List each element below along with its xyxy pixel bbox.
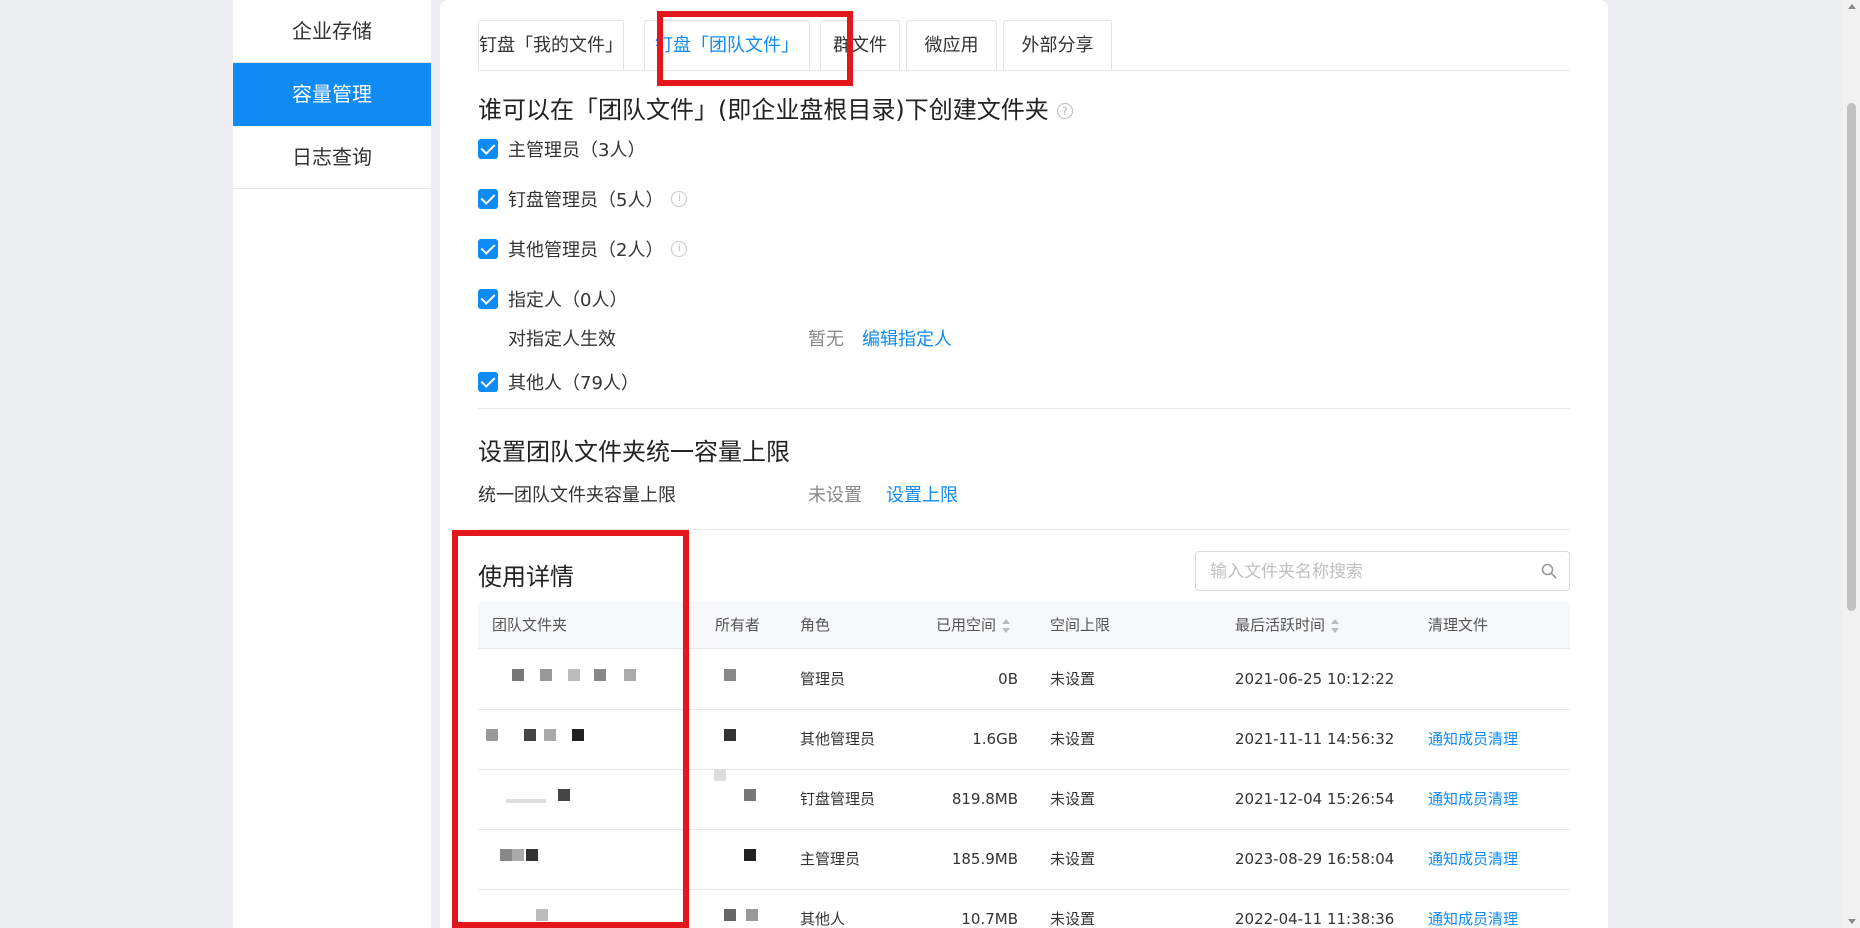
sidebar-item-capacity-management[interactable]: 容量管理 xyxy=(233,63,431,126)
cell-last-active: 2021-12-04 15:26:54 xyxy=(1235,790,1395,808)
option-other-admin-label: 其他管理员（2人） xyxy=(508,240,664,261)
checkbox-main-admin[interactable] xyxy=(478,139,498,159)
create-folder-section-title: 谁可以在「团队文件」(即企业盘根目录)下创建文件夹? xyxy=(478,90,1073,125)
col-clean-files: 清理文件 xyxy=(1428,616,1489,634)
cell-used-space: 1.6GB xyxy=(972,730,1018,748)
table-row: 其他管理员 1.6GB 未设置 2021-11-11 14:56:32 通知成员… xyxy=(478,709,1570,770)
sidebar: 企业存储 容量管理 日志查询 xyxy=(233,0,431,928)
blurred-owner xyxy=(714,889,764,928)
usage-section-title: 使用详情 xyxy=(478,563,574,591)
col-used-space[interactable]: 已用空间 xyxy=(936,602,1011,648)
option-designated: 指定人（0人） xyxy=(478,287,627,311)
sidebar-item-log-query[interactable]: 日志查询 xyxy=(233,126,431,189)
option-others: 其他人（79人） xyxy=(478,370,639,394)
cell-role: 管理员 xyxy=(800,670,846,688)
col-owner: 所有者 xyxy=(715,616,761,634)
checkbox-other-admin[interactable] xyxy=(478,239,498,259)
set-limit-link[interactable]: 设置上限 xyxy=(886,481,958,507)
cell-role: 其他管理员 xyxy=(800,730,876,748)
blurred-folder-name xyxy=(486,769,686,829)
option-other-admin: 其他管理员（2人） i xyxy=(478,237,688,261)
search-icon[interactable] xyxy=(1541,563,1557,579)
designated-value: 暂无 xyxy=(808,329,844,350)
notify-clean-link[interactable]: 通知成员清理 xyxy=(1428,709,1518,769)
cell-used-space: 0B xyxy=(998,670,1018,688)
blurred-folder-name xyxy=(488,649,688,709)
blurred-folder-name xyxy=(486,829,686,889)
tab-micro-apps[interactable]: 微应用 xyxy=(906,20,997,70)
folder-search-input[interactable] xyxy=(1208,552,1532,592)
table-header: 团队文件夹 所有者 角色 已用空间 空间上限 最后活跃时间 清理文件 xyxy=(478,602,1570,649)
blurred-owner xyxy=(714,769,764,829)
cell-space-limit: 未设置 xyxy=(1050,850,1096,868)
cell-last-active: 2022-04-11 11:38:36 xyxy=(1235,910,1395,928)
divider xyxy=(478,408,1570,409)
vertical-scrollbar[interactable] xyxy=(1843,0,1860,928)
sort-icon[interactable] xyxy=(1002,618,1011,633)
cell-space-limit: 未设置 xyxy=(1050,730,1096,748)
limit-section-title: 设置团队文件夹统一容量上限 xyxy=(478,438,790,466)
notify-clean-link[interactable]: 通知成员清理 xyxy=(1428,829,1518,889)
col-space-limit: 空间上限 xyxy=(1050,616,1111,634)
cell-role: 钉盘管理员 xyxy=(800,790,876,808)
checkbox-designated[interactable] xyxy=(478,289,498,309)
scroll-down-icon[interactable] xyxy=(1848,919,1856,924)
cell-role: 主管理员 xyxy=(800,850,861,868)
option-main-admin-label: 主管理员（3人） xyxy=(508,140,646,161)
table-row: 主管理员 185.9MB 未设置 2023-08-29 16:58:04 通知成… xyxy=(478,829,1570,890)
sort-icon[interactable] xyxy=(1331,618,1340,633)
blurred-owner xyxy=(714,649,754,709)
sidebar-item-enterprise-storage[interactable]: 企业存储 xyxy=(233,0,431,63)
tab-external-share[interactable]: 外部分享 xyxy=(1003,20,1112,70)
cell-space-limit: 未设置 xyxy=(1050,670,1096,688)
blurred-owner xyxy=(714,709,754,769)
info-icon[interactable]: i xyxy=(671,241,688,257)
table-row: 钉盘管理员 819.8MB 未设置 2021-12-04 15:26:54 通知… xyxy=(478,769,1570,830)
notify-clean-link[interactable]: 通知成员清理 xyxy=(1428,889,1518,928)
cell-used-space: 185.9MB xyxy=(951,850,1018,868)
notify-clean-link[interactable]: 通知成员清理 xyxy=(1428,769,1518,829)
cell-last-active: 2021-11-11 14:56:32 xyxy=(1235,730,1395,748)
col-last-active[interactable]: 最后活跃时间 xyxy=(1235,602,1340,648)
checkbox-others[interactable] xyxy=(478,372,498,392)
cell-used-space: 10.7MB xyxy=(961,910,1018,928)
cell-space-limit: 未设置 xyxy=(1050,790,1096,808)
col-role: 角色 xyxy=(800,616,831,634)
table-row: 管理员 0B 未设置 2021-06-25 10:12:22 xyxy=(478,649,1570,710)
edit-designated-link[interactable]: 编辑指定人 xyxy=(862,325,952,351)
option-drive-admin-label: 钉盘管理员（5人） xyxy=(508,190,664,211)
tab-team-files[interactable]: 钉盘「团队文件」 xyxy=(644,20,810,70)
blurred-owner xyxy=(714,829,764,889)
col-used-space-label: 已用空间 xyxy=(936,616,997,634)
blurred-folder-name xyxy=(486,889,686,928)
limit-value: 未设置 xyxy=(808,485,862,506)
cell-last-active: 2023-08-29 16:58:04 xyxy=(1235,850,1395,868)
cell-space-limit: 未设置 xyxy=(1050,910,1096,928)
limit-label: 统一团队文件夹容量上限 xyxy=(478,485,676,506)
question-icon[interactable]: ? xyxy=(1056,103,1073,119)
create-folder-title-text: 谁可以在「团队文件」(即企业盘根目录)下创建文件夹 xyxy=(478,96,1049,124)
checkbox-drive-admin[interactable] xyxy=(478,189,498,209)
tab-my-files[interactable]: 钉盘「我的文件」 xyxy=(478,20,624,70)
divider xyxy=(478,529,1570,530)
tab-bar: 钉盘「我的文件」 钉盘「团队文件」 群文件 微应用 外部分享 xyxy=(478,20,1570,71)
option-drive-admin: 钉盘管理员（5人） i xyxy=(478,187,688,211)
designated-effect-label: 对指定人生效 xyxy=(508,329,616,350)
info-icon[interactable]: i xyxy=(671,191,688,207)
main-panel: 钉盘「我的文件」 钉盘「团队文件」 群文件 微应用 外部分享 谁可以在「团队文件… xyxy=(440,0,1608,928)
col-folder: 团队文件夹 xyxy=(492,616,568,634)
tab-group-files[interactable]: 群文件 xyxy=(820,20,900,70)
option-main-admin: 主管理员（3人） xyxy=(478,137,645,161)
scroll-thumb[interactable] xyxy=(1847,103,1856,611)
option-designated-label: 指定人（0人） xyxy=(508,290,628,311)
scroll-up-icon[interactable] xyxy=(1848,4,1856,9)
cell-used-space: 819.8MB xyxy=(951,790,1018,808)
cell-role: 其他人 xyxy=(800,910,846,928)
folder-search-box xyxy=(1195,551,1570,592)
option-others-label: 其他人（79人） xyxy=(508,373,639,394)
blurred-folder-name xyxy=(486,709,686,769)
col-last-active-label: 最后活跃时间 xyxy=(1235,616,1326,634)
cell-last-active: 2021-06-25 10:12:22 xyxy=(1235,670,1395,688)
table-row: 其他人 10.7MB 未设置 2022-04-11 11:38:36 通知成员清… xyxy=(478,889,1570,928)
